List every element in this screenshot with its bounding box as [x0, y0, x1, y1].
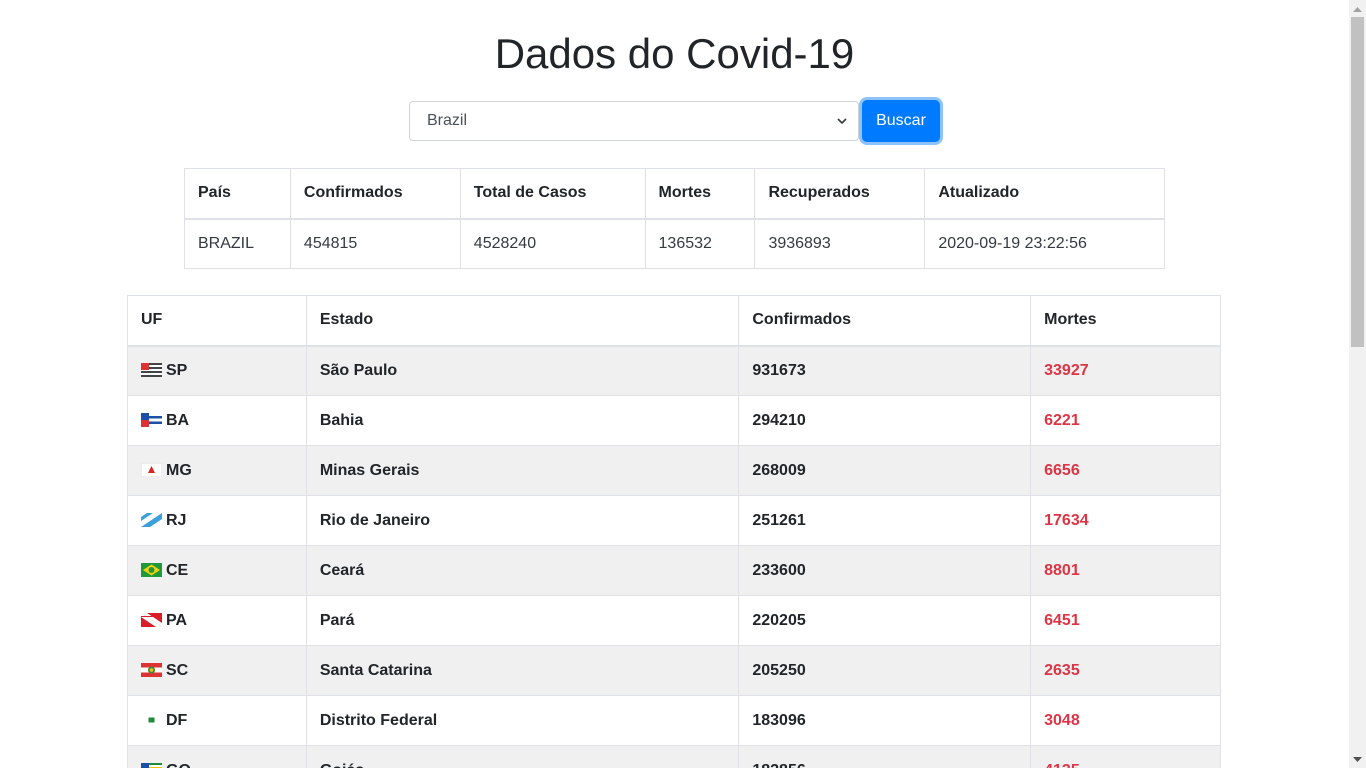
cell-estado: São Paulo [305, 345, 740, 396]
summary-recuperados: 3936893 [754, 218, 926, 269]
chevron-down-icon [837, 118, 847, 125]
cell-mortes: 6656 [1030, 445, 1221, 496]
table-row: DF Distrito Federal 183096 3048 [127, 695, 1221, 746]
cell-mortes: 3048 [1030, 695, 1221, 746]
cell-estado: Distrito Federal [305, 695, 740, 746]
cell-estado: Goiás [305, 745, 740, 768]
cell-confirmados: 220205 [738, 595, 1032, 646]
cell-mortes: 8801 [1030, 545, 1221, 596]
cell-confirmados: 294210 [738, 395, 1032, 446]
cell-uf: GO [127, 745, 307, 768]
scroll-up-arrow-icon[interactable] [1349, 0, 1366, 17]
summary-pais: BRAZIL [184, 218, 291, 269]
uf-label: BA [166, 411, 190, 429]
uf-label: GO [166, 762, 191, 768]
table-row: GO Goiás1828564135 [127, 745, 1221, 768]
cell-confirmados: 183096 [738, 695, 1032, 746]
cell-mortes: 2635 [1030, 645, 1221, 696]
cell-uf: CE [127, 545, 307, 596]
uf-label: SP [166, 361, 188, 379]
page: Dados do Covid-19 Brazil Buscar País Con… [0, 0, 1349, 768]
header-total-casos: Total de Casos [459, 168, 646, 220]
summary-table: País Confirmados Total de Casos Mortes R… [184, 168, 1165, 269]
search-button[interactable]: Buscar [862, 100, 940, 142]
summary-total-casos: 4528240 [459, 218, 646, 269]
country-select-value: Brazil [427, 112, 468, 129]
uf-label: RJ [166, 511, 187, 529]
uf-label: PA [166, 611, 188, 629]
cell-mortes: 33927 [1030, 345, 1221, 396]
cell-uf: PA [127, 595, 307, 646]
flag-go-icon [141, 762, 162, 768]
summary-atualizado: 2020-09-19 23:22:56 [924, 218, 1165, 269]
search-row: Brazil Buscar [409, 100, 940, 142]
header-mortes: Mortes [644, 168, 756, 220]
header-pais: País [184, 168, 291, 220]
header-atualizado: Atualizado [924, 168, 1165, 220]
cell-mortes: 4135 [1030, 745, 1221, 768]
table-row: SP São Paulo 931673 33927 [127, 345, 1221, 396]
scroll-down-arrow-icon[interactable] [1349, 751, 1366, 768]
states-header-row: UF Estado Confirmados Mortes [127, 295, 1221, 347]
flag-mg-icon [141, 462, 162, 477]
header-confirmados: Confirmados [738, 295, 1032, 347]
uf-label: CE [166, 561, 189, 579]
table-row: BA Bahia 294210 6221 [127, 395, 1221, 446]
uf-label: SC [166, 661, 189, 679]
page-title: Dados do Covid-19 [494, 30, 855, 77]
header-mortes: Mortes [1030, 295, 1221, 347]
table-row: CE Ceará 233600 8801 [127, 545, 1221, 596]
header-confirmados: Confirmados [289, 168, 461, 220]
country-select[interactable]: Brazil [409, 101, 859, 141]
cell-mortes: 6221 [1030, 395, 1221, 446]
summary-row: BRAZIL 454815 4528240 136532 3936893 202… [184, 218, 1165, 269]
flag-df-icon [141, 712, 162, 727]
table-row: PA Pará 220205 6451 [127, 595, 1221, 646]
summary-mortes: 136532 [644, 218, 756, 269]
flag-sc-icon [141, 662, 162, 677]
flag-ce-icon [141, 562, 162, 577]
table-row: RJ Rio de Janeiro 251261 17634 [127, 495, 1221, 546]
vertical-scrollbar[interactable] [1349, 0, 1366, 768]
cell-confirmados: 205250 [738, 645, 1032, 696]
summary-confirmados: 454815 [289, 218, 461, 269]
cell-estado: Ceará [305, 545, 740, 596]
cell-confirmados: 931673 [738, 345, 1032, 396]
cell-confirmados: 182856 [738, 745, 1032, 768]
cell-confirmados: 251261 [738, 495, 1032, 546]
summary-header-row: País Confirmados Total de Casos Mortes R… [184, 168, 1165, 220]
cell-uf: SC [127, 645, 307, 696]
header-estado: Estado [305, 295, 740, 347]
cell-estado: Rio de Janeiro [305, 495, 740, 546]
header-recuperados: Recuperados [754, 168, 926, 220]
cell-estado: Minas Gerais [305, 445, 740, 496]
cell-mortes: 6451 [1030, 595, 1221, 646]
cell-mortes: 17634 [1030, 495, 1221, 546]
table-row: SC Santa Catarina 205250 2635 [127, 645, 1221, 696]
scrollbar-thumb[interactable] [1351, 17, 1364, 347]
cell-confirmados: 268009 [738, 445, 1032, 496]
table-row: MG Minas Gerais 268009 6656 [127, 445, 1221, 496]
cell-confirmados: 233600 [738, 545, 1032, 596]
cell-uf: DF [127, 695, 307, 746]
cell-uf: MG [127, 445, 307, 496]
states-table: UF Estado Confirmados Mortes SP São Paulo… [127, 295, 1221, 768]
cell-uf: SP [127, 345, 307, 396]
cell-estado: Santa Catarina [305, 645, 740, 696]
uf-label: MG [166, 461, 192, 479]
cell-estado: Pará [305, 595, 740, 646]
cell-uf: RJ [127, 495, 307, 546]
header-uf: UF [127, 295, 307, 347]
uf-label: DF [166, 711, 188, 729]
flag-sp-icon [141, 362, 162, 377]
flag-ba-icon [141, 412, 162, 427]
flag-rj-icon [141, 512, 162, 527]
cell-estado: Bahia [305, 395, 740, 446]
cell-uf: BA [127, 395, 307, 446]
flag-pa-icon [141, 612, 162, 627]
